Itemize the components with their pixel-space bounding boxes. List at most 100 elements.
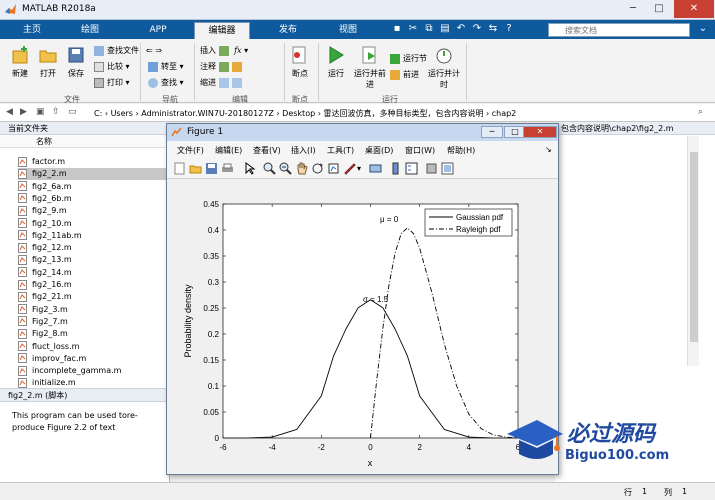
up-folder-icon[interactable]: ⇧ (52, 107, 60, 117)
save-figure-icon[interactable] (205, 162, 218, 175)
close-button[interactable]: ✕ (674, 0, 714, 18)
run-and-time-button[interactable]: 运行并计时 (428, 45, 460, 90)
hide-plot-tools-icon[interactable] (425, 162, 438, 175)
menu-tools[interactable]: 工具(T) (327, 145, 354, 156)
file-item[interactable]: fluct_loss.m (18, 341, 168, 353)
brush-icon[interactable] (343, 162, 356, 175)
print-figure-icon[interactable] (221, 162, 234, 175)
figure-close-button[interactable]: ✕ (523, 126, 557, 138)
zoom-out-icon[interactable] (279, 162, 292, 175)
pan-icon[interactable] (295, 162, 308, 175)
breakpoints-button[interactable]: 断点 (288, 45, 312, 79)
nav-arrows[interactable]: ⇐ ⇒ (146, 45, 162, 57)
cut-quick-icon[interactable]: ✂ (406, 22, 420, 36)
file-item[interactable]: fig2_9.m (18, 205, 168, 217)
minimize-button[interactable]: ─ (620, 0, 646, 18)
find-files-button[interactable]: 查找文件 (94, 45, 139, 57)
scrollbar-thumb[interactable] (690, 152, 698, 342)
menu-help[interactable]: 帮助(H) (447, 145, 475, 156)
menu-desktop[interactable]: 桌面(D) (365, 145, 393, 156)
new-button[interactable]: 新建 (6, 45, 34, 79)
compare-button[interactable]: 比较 ▾ (94, 61, 130, 73)
tab-plots[interactable]: 绘图 (66, 22, 114, 39)
file-item[interactable]: fig2_2.m (18, 168, 168, 181)
expand-ribbon-icon[interactable]: ⌄ (696, 22, 710, 36)
indent-button[interactable]: 缩进 (200, 77, 245, 89)
comment-button[interactable]: 注释 (200, 61, 245, 73)
file-item[interactable]: Fig2_8.m (18, 328, 168, 340)
figure-titlebar[interactable]: Figure 1 ─ □ ✕ (167, 124, 558, 141)
paste-quick-icon[interactable]: ▤ (438, 22, 452, 36)
insert-button[interactable]: 插入 fx ▾ (200, 45, 248, 57)
tab-publish[interactable]: 发布 (262, 22, 314, 39)
data-cursor-icon[interactable] (327, 162, 340, 175)
search-folder-icon[interactable]: ⌕ (698, 107, 703, 117)
tab-view[interactable]: 视图 (322, 22, 374, 39)
tab-apps[interactable]: APP (134, 22, 182, 39)
browse-folder-icon[interactable]: ▣ (36, 107, 45, 117)
menu-insert[interactable]: 插入(I) (291, 145, 316, 156)
redo-quick-icon[interactable]: ↷ (470, 22, 484, 36)
file-item[interactable]: Fig2_3.m (18, 304, 168, 316)
file-item[interactable]: fig2_10.m (18, 218, 168, 230)
name-column-header[interactable]: 名称 (0, 136, 170, 148)
wrap-icon (231, 61, 242, 72)
run-and-advance-button[interactable]: 运行并前进 (354, 45, 386, 90)
editor-scrollbar[interactable] (687, 136, 699, 366)
figure-minimize-button[interactable]: ─ (481, 126, 503, 138)
run-section-button[interactable]: 运行节 (390, 53, 427, 65)
advance-button[interactable]: 前进 (390, 69, 419, 81)
tab-home[interactable]: 主页 (8, 22, 56, 39)
switch-windows-icon[interactable]: ⇆ (486, 22, 500, 36)
colorbar-icon[interactable] (389, 162, 402, 175)
link-plot-icon[interactable] (369, 162, 382, 175)
new-figure-icon[interactable] (173, 162, 186, 175)
file-name: fig2_9.m (32, 206, 67, 216)
file-item[interactable]: incomplete_gamma.m (18, 365, 168, 377)
goto-button[interactable]: 转至 ▾ (148, 61, 184, 73)
print-button[interactable]: 打印 ▾ (94, 77, 130, 89)
chart-legend[interactable]: Gaussian pdf Rayleigh pdf (424, 208, 513, 237)
file-item[interactable]: factor.m (18, 156, 168, 168)
forward-icon[interactable]: ▶ (20, 107, 27, 117)
file-item[interactable]: fig2_6a.m (18, 181, 168, 193)
file-item[interactable]: fig2_11ab.m (18, 230, 168, 242)
menu-view[interactable]: 查看(V) (253, 145, 281, 156)
pointer-icon[interactable] (243, 162, 256, 175)
save-quick-icon[interactable]: ▪ (390, 22, 404, 36)
save-button[interactable]: 保存 (62, 45, 90, 79)
file-item[interactable]: Fig2_7.m (18, 316, 168, 328)
undo-quick-icon[interactable]: ↶ (454, 22, 468, 36)
open-file-icon[interactable] (189, 162, 202, 175)
back-icon[interactable]: ◀ (6, 107, 13, 117)
file-item[interactable]: fig2_13.m (18, 254, 168, 266)
dock-figure-icon[interactable]: ↘ (545, 145, 552, 154)
copy-quick-icon[interactable]: ⧉ (422, 22, 436, 36)
file-item[interactable]: fig2_21.m (18, 291, 168, 303)
current-path[interactable]: C: › Users › Administrator.WIN7U-2018012… (94, 108, 516, 119)
tab-editor[interactable]: 编辑器 (194, 22, 250, 39)
maximize-button[interactable]: □ (646, 0, 672, 18)
folder-icon[interactable]: ▭ (68, 107, 77, 117)
open-button[interactable]: 打开 (34, 45, 62, 79)
file-item[interactable]: improv_fac.m (18, 353, 168, 365)
file-item[interactable]: fig2_6b.m (18, 193, 168, 205)
run-label: 运行 (328, 69, 344, 78)
file-item[interactable]: fig2_12.m (18, 242, 168, 254)
legend-icon[interactable] (405, 162, 418, 175)
menu-file[interactable]: 文件(F) (177, 145, 204, 156)
menu-edit[interactable]: 编辑(E) (215, 145, 242, 156)
address-bar[interactable]: ◀ ▶ ▣ ⇧ ▭ C: › Users › Administrator.WIN… (0, 104, 715, 122)
file-item[interactable]: fig2_16.m (18, 279, 168, 291)
zoom-in-icon[interactable] (263, 162, 276, 175)
rotate-3d-icon[interactable] (311, 162, 324, 175)
file-item[interactable]: fig2_14.m (18, 267, 168, 279)
file-name: fig2_11ab.m (32, 230, 82, 240)
show-plot-tools-icon[interactable] (441, 162, 454, 175)
menu-window[interactable]: 窗口(W) (405, 145, 435, 156)
find-button[interactable]: 查找 ▾ (148, 77, 184, 89)
run-button[interactable]: 运行 (322, 45, 350, 79)
editor-file-tab[interactable]: 包含内容说明\chap2\fig2_2.m (555, 122, 715, 135)
help-quick-icon[interactable]: ? (502, 22, 516, 36)
search-documentation-input[interactable] (548, 23, 690, 37)
